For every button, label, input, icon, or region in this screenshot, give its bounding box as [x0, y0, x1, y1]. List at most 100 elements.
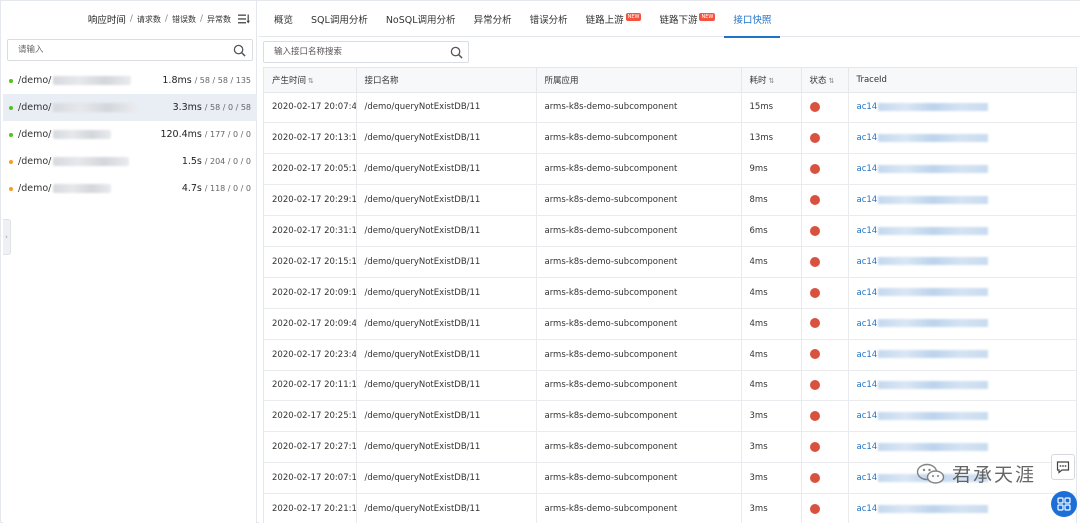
request-error-exception-counts: / 204 / 0 / 0 — [204, 157, 251, 166]
cell-application: arms-k8s-demo-subcomponent — [536, 339, 742, 371]
traceid-link[interactable]: ac14 — [857, 257, 989, 267]
search-icon[interactable] — [233, 44, 246, 57]
cell-application: arms-k8s-demo-subcomponent — [536, 493, 742, 523]
tab-label: SQL调用分析 — [311, 14, 368, 26]
tab-item[interactable]: 概览 — [265, 1, 302, 37]
table-header-row: 产生时间 ⇅ 接口名称 所属应用 耗时 ⇅ 状态 ⇅ TraceId — [264, 68, 1076, 93]
table-row[interactable]: 2020-02-17 20:11:12/demo/queryNotExistDB… — [264, 370, 1076, 402]
cell-status — [801, 431, 849, 464]
cell-duration: 8ms — [741, 184, 802, 217]
table-row[interactable]: 2020-02-17 20:31:12/demo/queryNotExistDB… — [264, 215, 1076, 247]
header-separator: / — [199, 14, 203, 24]
new-badge: NEW — [625, 12, 642, 21]
apps-menu-button[interactable] — [1051, 491, 1077, 517]
api-list-item[interactable]: /demo/3.3ms / 58 / 0 / 58 — [3, 94, 257, 121]
cell-status — [801, 122, 849, 155]
api-search-input[interactable] — [8, 40, 218, 60]
redacted-path — [53, 157, 130, 166]
table-row[interactable]: 2020-02-17 20:23:43/demo/queryNotExistDB… — [264, 339, 1076, 371]
sort-icon[interactable]: ⇅ — [769, 77, 775, 85]
chat-button[interactable] — [1051, 454, 1075, 480]
table-row[interactable]: 2020-02-17 20:07:43/demo/queryNotExistDB… — [264, 92, 1076, 124]
api-stats: 120.4ms / 177 / 0 / 0 — [160, 129, 251, 140]
sort-by-request-count[interactable]: 请求数 — [137, 14, 161, 25]
snapshot-table: 产生时间 ⇅ 接口名称 所属应用 耗时 ⇅ 状态 ⇅ TraceId 2020-02-… — [264, 68, 1076, 523]
api-list-item[interactable]: /demo/1.5s / 204 / 0 / 0 — [3, 148, 257, 175]
cell-traceid: ac14 — [848, 215, 1076, 247]
api-list-item[interactable]: /demo/1.8ms / 58 / 58 / 135 — [3, 67, 257, 94]
col-time[interactable]: 产生时间 ⇅ — [264, 68, 357, 93]
cell-status — [801, 153, 849, 186]
sort-by-error-count[interactable]: 错误数 — [172, 14, 196, 25]
table-row[interactable]: 2020-02-17 20:05:12/demo/queryNotExistDB… — [264, 153, 1076, 186]
table-row[interactable]: 2020-02-17 20:09:43/demo/queryNotExistDB… — [264, 308, 1076, 340]
traceid-link[interactable]: ac14 — [857, 380, 989, 390]
header-separator: / — [129, 14, 133, 24]
redacted-traceid — [878, 350, 989, 359]
cell-time: 2020-02-17 20:15:12 — [264, 246, 357, 278]
snapshot-search-input[interactable] — [264, 42, 444, 62]
traceid-link[interactable]: ac14 — [857, 102, 989, 112]
sort-icon[interactable]: ⇅ — [308, 77, 314, 85]
collapse-panel-handle[interactable]: › — [3, 219, 11, 255]
watermark-text: 君承天涯 — [951, 464, 1036, 486]
traceid-link[interactable]: ac14 — [857, 411, 989, 421]
table-row[interactable]: 2020-02-17 20:09:12/demo/queryNotExistDB… — [264, 277, 1076, 309]
tab-item[interactable]: 错误分析 — [521, 1, 577, 37]
api-list-item[interactable]: /demo/4.7s / 118 / 0 / 0 — [3, 175, 257, 202]
snapshot-table-body: 2020-02-17 20:07:43/demo/queryNotExistDB… — [264, 92, 1076, 523]
traceid-text: ac14 — [856, 504, 878, 515]
traceid-link[interactable]: ac14 — [857, 442, 989, 452]
list-sort-header[interactable]: 响应时间 / 请求数 / 错误数 / 异常数 — [88, 11, 250, 27]
api-list-item[interactable]: /demo/120.4ms / 177 / 0 / 0 — [3, 121, 257, 148]
traceid-link[interactable]: ac14 — [857, 164, 989, 174]
table-row[interactable]: 2020-02-17 20:25:12/demo/queryNotExistDB… — [264, 400, 1076, 433]
cell-status — [801, 92, 849, 124]
tab-label: 链路上游 — [585, 14, 624, 26]
traceid-text: ac14 — [856, 287, 878, 298]
cell-duration: 4ms — [741, 277, 802, 309]
cell-api-name: /demo/queryNotExistDB/11 — [356, 246, 537, 278]
traceid-link[interactable]: ac14 — [857, 350, 989, 360]
traceid-link[interactable]: ac14 — [857, 195, 989, 205]
cell-duration: 3ms — [741, 462, 802, 495]
traceid-link[interactable]: ac14 — [857, 133, 989, 143]
table-row[interactable]: 2020-02-17 20:13:12/demo/queryNotExistDB… — [264, 122, 1076, 155]
cell-api-name: /demo/queryNotExistDB/11 — [356, 215, 537, 247]
tab-item[interactable]: 链路上游 NEW — [577, 1, 651, 37]
cell-traceid: ac14 — [848, 277, 1076, 309]
cell-api-name: /demo/queryNotExistDB/11 — [356, 370, 537, 402]
tab-item[interactable]: SQL调用分析 — [302, 1, 377, 37]
table-row[interactable]: 2020-02-17 20:27:12/demo/queryNotExistDB… — [264, 431, 1076, 464]
cell-time: 2020-02-17 20:21:12 — [264, 493, 357, 523]
request-error-exception-counts: / 177 / 0 / 0 — [204, 130, 251, 139]
redacted-traceid — [878, 504, 989, 513]
traceid-text: ac14 — [856, 256, 878, 267]
traceid-link[interactable]: ac14 — [857, 288, 989, 298]
tab-item[interactable]: 链路下游 NEW — [650, 1, 724, 37]
col-status[interactable]: 状态 ⇅ — [801, 68, 849, 93]
col-api-name: 接口名称 — [356, 68, 537, 93]
traceid-link[interactable]: ac14 — [857, 504, 989, 514]
detail-panel: 概览 SQL调用分析 NoSQL调用分析 异常分析 错误分析 链路上游 NEW 链路下游 NEW… — [259, 1, 1080, 523]
traceid-text: ac14 — [856, 380, 878, 391]
sort-list-icon[interactable] — [238, 14, 250, 24]
search-icon[interactable] — [450, 46, 463, 59]
table-row[interactable]: 2020-02-17 20:21:12/demo/queryNotExistDB… — [264, 493, 1076, 523]
api-stats: 1.8ms / 58 / 58 / 135 — [162, 75, 251, 86]
table-row[interactable]: 2020-02-17 20:15:12/demo/queryNotExistDB… — [264, 246, 1076, 278]
api-search-box — [7, 39, 253, 61]
table-row[interactable]: 2020-02-17 20:29:12/demo/queryNotExistDB… — [264, 184, 1076, 217]
traceid-link[interactable]: ac14 — [857, 226, 989, 236]
error-status-dot — [809, 194, 820, 205]
sort-icon[interactable]: ⇅ — [829, 77, 835, 85]
sort-by-response-time[interactable]: 响应时间 — [88, 12, 126, 26]
tab-item[interactable]: 异常分析 — [465, 1, 521, 37]
col-duration[interactable]: 耗时 ⇅ — [741, 68, 802, 93]
sort-by-exception-count[interactable]: 异常数 — [207, 14, 231, 25]
tab-item[interactable]: NoSQL调用分析 — [377, 1, 465, 37]
traceid-link[interactable]: ac14 — [857, 319, 989, 329]
cell-duration: 3ms — [741, 400, 802, 433]
cell-application: arms-k8s-demo-subcomponent — [536, 400, 742, 433]
tab-item[interactable]: 接口快照 — [724, 1, 781, 38]
